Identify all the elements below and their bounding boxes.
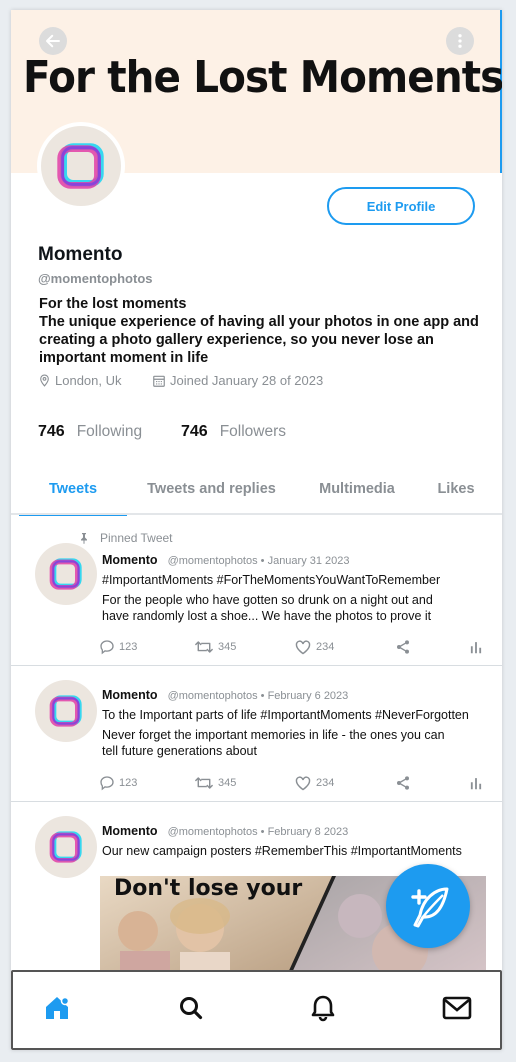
tweet-author[interactable]: Momento [102,688,158,702]
tweet-actions: 123 345 234 [99,639,489,659]
home-icon [46,996,70,1019]
tweet-meta: @momentophotos • January 31 2023 [167,555,350,567]
heart-icon [295,640,311,655]
profile-screen: For the Lost Moments Edit Profile Moment… [11,10,502,1050]
tab-multimedia[interactable]: Multimedia [307,464,407,514]
search-icon [180,997,203,1020]
analytics-button[interactable] [469,775,483,791]
banner-title: For the Lost Moments [23,52,502,103]
location: London, Uk [38,373,122,388]
reply-count: 123 [119,777,138,789]
like-count: 234 [316,641,335,653]
share-icon [397,776,409,790]
tweet-item[interactable]: Momento @momentophotos • February 6 2023 … [11,666,502,802]
more-options-button[interactable] [446,27,474,55]
tab-likes[interactable]: Likes [431,464,481,514]
tweet-author[interactable]: Momento [102,824,158,838]
like-count: 234 [316,777,335,789]
profile-avatar[interactable] [37,122,125,210]
following-label: Following [76,423,143,440]
share-button[interactable] [395,775,411,791]
tweet-avatar[interactable] [35,816,97,878]
bar-chart-icon [470,642,482,654]
momento-logo-icon [49,558,82,590]
more-vertical-icon [458,34,462,48]
analytics-button[interactable] [469,639,483,655]
tweet-avatar[interactable] [35,680,97,742]
join-date-text: Joined January 28 of 2023 [170,373,324,388]
retweet-button[interactable]: 345 [194,639,236,655]
reply-button[interactable]: 123 [99,775,137,791]
followers-stat[interactable]: 746 Followers [181,423,286,441]
bio-line-1: For the lost moments [39,296,187,312]
tweet-meta: @momentophotos • February 8 2023 [167,826,349,838]
tweet-author[interactable]: Momento [102,553,158,567]
tweet-text: Never forget the important memories in l… [102,728,445,758]
reply-button[interactable]: 123 [99,639,137,655]
location-text: London, Uk [55,373,122,388]
pinned-indicator: Pinned Tweet [78,531,173,545]
compose-feather-icon [411,887,449,928]
tweet-actions: 123 345 234 [99,775,489,795]
momento-logo-icon [49,695,82,727]
poster-caption: Don't lose your [114,876,303,901]
bio-line-2: The unique experience of having all your… [39,314,479,366]
profile-tabs: Tweets Tweets and replies Multimedia Lik… [11,464,502,516]
bar-chart-icon [470,778,482,790]
retweet-count: 345 [218,777,237,789]
like-button[interactable]: 234 [294,639,334,655]
share-button[interactable] [395,639,411,655]
nav-search[interactable] [161,972,221,1044]
nav-messages[interactable] [427,972,487,1044]
retweet-count: 345 [218,641,237,653]
tab-tweets-and-replies[interactable]: Tweets and replies [139,464,284,514]
pinned-label: Pinned Tweet [100,531,173,545]
followers-count: 746 [181,423,208,440]
nav-home[interactable] [27,972,87,1044]
location-pin-icon [40,374,49,387]
followers-label: Followers [219,423,287,440]
reply-count: 123 [119,641,138,653]
tweet-hashtags: Our new campaign posters #RememberThis #… [102,844,462,858]
reply-icon [100,776,114,791]
profile-handle: @momentophotos [38,271,153,286]
momento-logo-icon [57,143,104,189]
retweet-icon [194,777,214,789]
join-date: Joined January 28 of 2023 [152,373,323,388]
profile-bio: For the lost moments The unique experien… [39,295,489,367]
tab-tweets[interactable]: Tweets [19,464,127,516]
bell-icon [311,995,335,1022]
tweet-text: For the people who have gotten so drunk … [102,593,433,623]
pin-icon [81,533,87,544]
tweet-hashtags: #ImportantMoments #ForTheMomentsYouWantT… [102,573,441,587]
tweet-header: Momento @momentophotos • February 8 2023 [102,824,348,838]
tweet-header: Momento @momentophotos • February 6 2023 [102,688,348,702]
back-button[interactable] [39,27,67,55]
share-icon [397,640,409,654]
compose-tweet-button[interactable] [386,864,470,948]
bottom-navigation [11,970,502,1050]
calendar-icon [153,375,165,387]
like-button[interactable]: 234 [294,775,334,791]
tweet-meta: @momentophotos • February 6 2023 [167,690,349,702]
following-count: 746 [38,423,65,440]
arrow-left-icon [46,34,60,48]
tweet-avatar[interactable] [35,543,97,605]
tweet-header: Momento @momentophotos • January 31 2023 [102,553,350,567]
nav-notifications[interactable] [293,972,353,1044]
heart-icon [295,776,311,791]
retweet-icon [194,641,214,653]
retweet-button[interactable]: 345 [194,775,236,791]
tweet-hashtags: To the Important parts of life #Importan… [102,708,469,722]
edit-profile-button[interactable]: Edit Profile [327,187,475,225]
profile-name: Momento [38,244,123,265]
reply-icon [100,640,114,655]
tweet-item[interactable]: Pinned Tweet Momento @momentophotos • Jan… [11,515,502,666]
following-stat[interactable]: 746 Following [38,423,142,441]
mail-icon [442,996,472,1020]
momento-logo-icon [49,831,82,863]
